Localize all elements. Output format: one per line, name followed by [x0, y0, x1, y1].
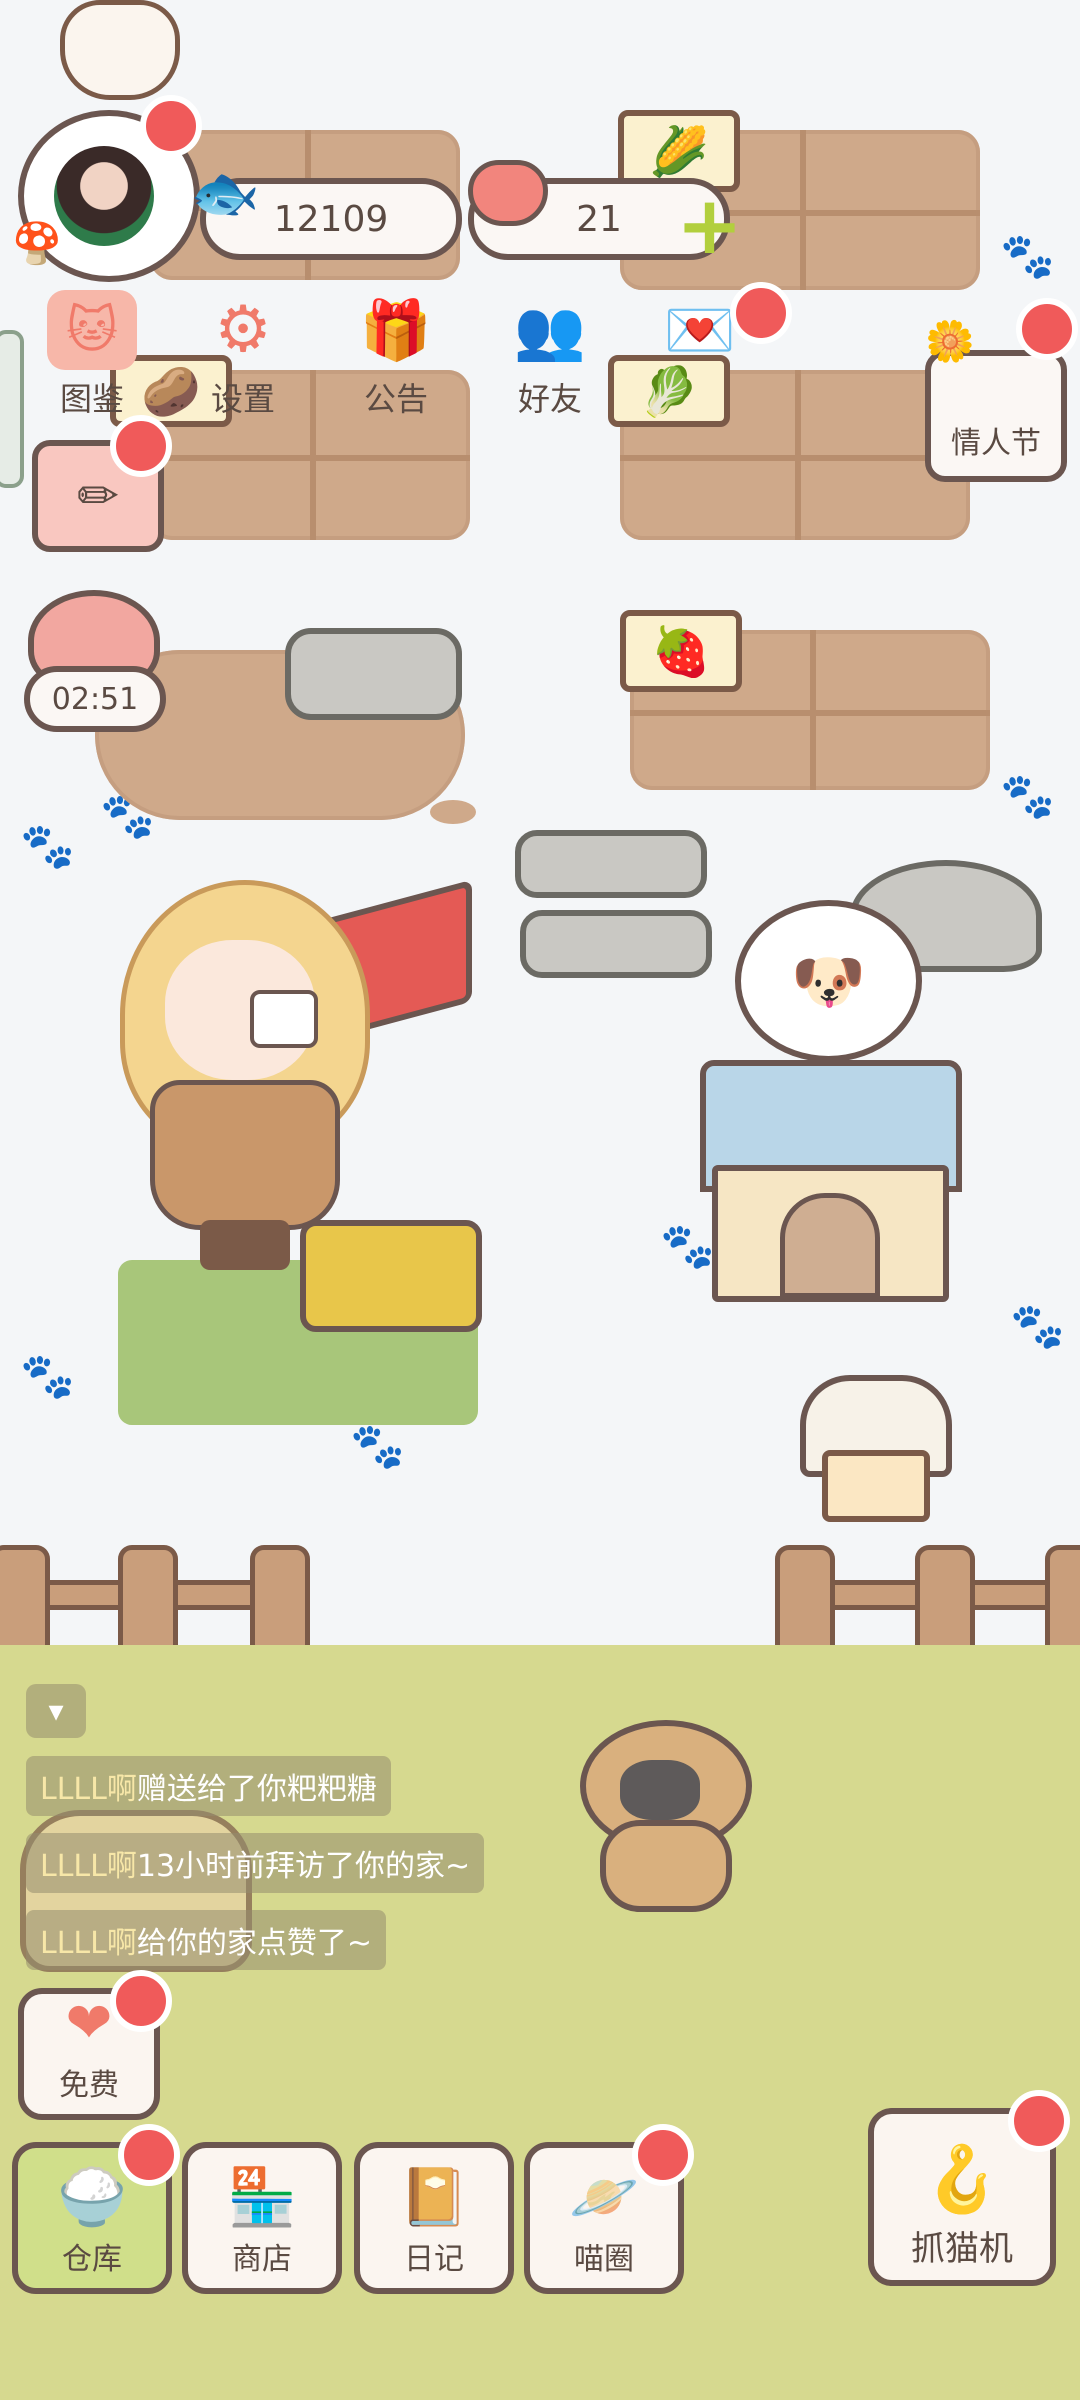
- player-character[interactable]: [110, 880, 370, 1280]
- notification-badge: [632, 2124, 694, 2186]
- bottom-tab-diary[interactable]: 📔 日记: [354, 2142, 514, 2294]
- event-valentine-button[interactable]: 情人节: [925, 350, 1067, 482]
- bottom-tab-shop[interactable]: 🏪 商店: [182, 2142, 342, 2294]
- menu-item-settings[interactable]: ⚙ 设置: [183, 290, 303, 420]
- chat-collapse-button[interactable]: ▾: [26, 1684, 86, 1738]
- pet-request-bubble[interactable]: 🐶: [735, 900, 922, 1062]
- notification-badge: [1008, 2090, 1070, 2152]
- pug-dog[interactable]: [560, 1720, 760, 1912]
- flower-cat-icon: 🌼: [925, 319, 975, 365]
- pencil-icon: ✏: [77, 467, 119, 525]
- shop-icon: 🏪: [227, 2165, 297, 2230]
- notification-badge: [1016, 298, 1078, 360]
- chat-message: LLLL啊给你的家点赞了~: [26, 1910, 386, 1970]
- cat-planet-icon: 🪐: [569, 2165, 639, 2230]
- heart-icon: ❤: [65, 1991, 113, 2056]
- notification-badge: [118, 2124, 180, 2186]
- avatar-photo: [54, 146, 154, 246]
- heart-value: 21: [576, 198, 622, 240]
- chat-message: LLLL啊13小时前拜访了你的家~: [26, 1833, 485, 1893]
- notification-badge: [140, 95, 202, 157]
- event-label: 情人节: [951, 426, 1041, 461]
- chevron-down-icon: ▾: [48, 1693, 64, 1729]
- fence-post: [915, 1545, 975, 1655]
- heart-icon: [468, 160, 548, 226]
- menu-item-friends[interactable]: 👥 好友: [490, 290, 610, 420]
- stone-bench[interactable]: [285, 628, 462, 720]
- doghouse[interactable]: [712, 1165, 949, 1302]
- paw-print-decoration: 🐾: [1000, 231, 1055, 282]
- add-hearts-button[interactable]: +: [676, 186, 746, 266]
- cat-head-icon: 🐱: [47, 290, 137, 370]
- notification-badge: [110, 415, 172, 477]
- paw-print-decoration: 🐾: [20, 821, 75, 872]
- diary-icon: 📔: [399, 2165, 469, 2230]
- stone-slab: [520, 910, 712, 978]
- paw-print-decoration: 🐾: [660, 1221, 715, 1272]
- fence-post: [0, 1545, 50, 1655]
- paw-print-decoration: 🐾: [20, 1351, 75, 1402]
- fence-post: [1045, 1545, 1080, 1655]
- pebble: [430, 800, 476, 824]
- mushroom-icon: 🍄: [12, 221, 62, 267]
- notification-badge: [110, 1970, 172, 2032]
- fence-post: [118, 1545, 178, 1655]
- gift-icon: 🎁: [359, 295, 433, 364]
- menu-item-announcement[interactable]: 🎁 公告: [336, 290, 456, 420]
- timer: 02:51: [24, 666, 166, 732]
- fence-post: [250, 1545, 310, 1655]
- friends-icon: 👥: [513, 295, 587, 364]
- lamp-post[interactable]: [822, 1450, 930, 1522]
- coin-value: 12109: [273, 198, 389, 240]
- stone-slab: [515, 830, 707, 898]
- paw-print-decoration: 🐾: [1000, 771, 1055, 822]
- gear-icon: ⚙: [214, 293, 272, 367]
- sack-decoration: [60, 0, 180, 100]
- strawberry-sign-icon: 🍓: [620, 610, 742, 692]
- fish-icon: 🐟: [190, 161, 260, 226]
- menu-item-catalog[interactable]: 🐱 图鉴: [32, 290, 152, 420]
- chat-message: LLLL啊赠送给了你粑粑糖: [26, 1756, 391, 1816]
- fence-post: [775, 1545, 835, 1655]
- pig-face-icon: 🐶: [791, 946, 866, 1017]
- warehouse-icon: 🍚: [57, 2165, 127, 2230]
- notification-badge: [730, 282, 792, 344]
- paw-print-decoration: 🐾: [350, 1421, 405, 1472]
- side-drawer-handle[interactable]: [0, 330, 24, 488]
- paw-print-decoration: 🐾: [1010, 1301, 1065, 1352]
- timer-value: 02:51: [51, 681, 139, 717]
- claw-icon: 🪝: [922, 2143, 1002, 2217]
